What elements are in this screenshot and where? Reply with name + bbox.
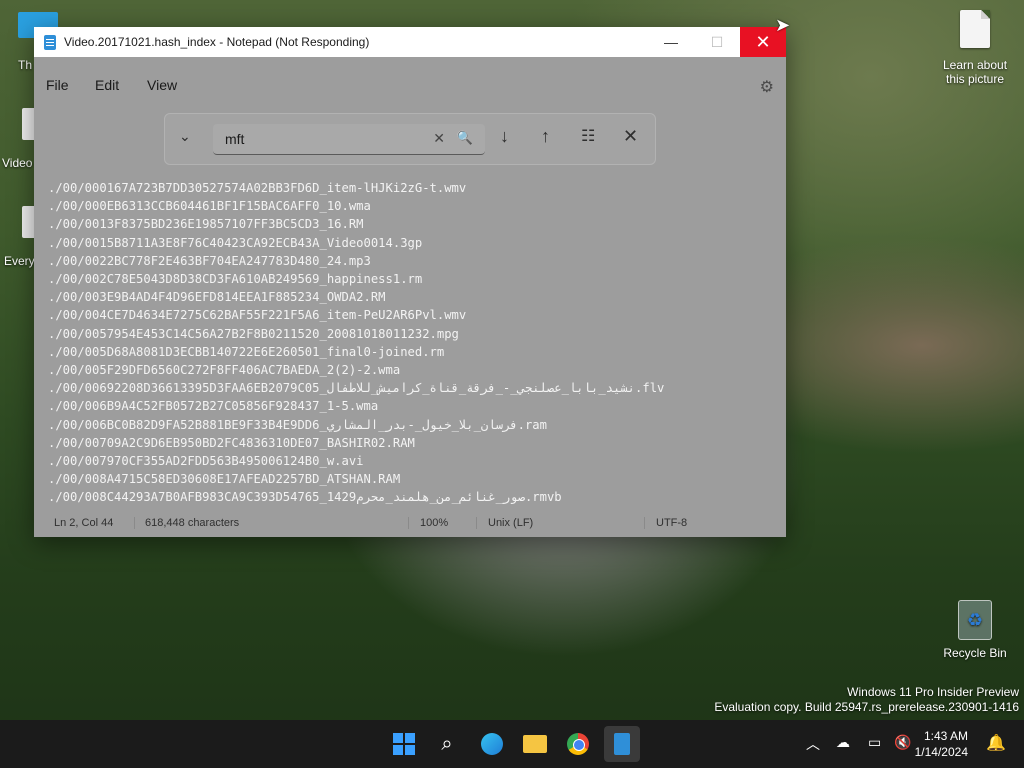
document-icon	[960, 10, 990, 48]
status-divider	[408, 517, 409, 529]
maximize-button[interactable]: ☐	[694, 27, 740, 57]
chrome-browser-icon[interactable]	[564, 730, 592, 758]
editor-line: ./00/00709A2C9D6EB950BD2FC4836310DE07_BA…	[48, 435, 415, 450]
taskbar: ⌕ ︿ ☁ ▭ 🔇 1:43 AM 1/14/2024 🔔	[0, 720, 1024, 768]
editor-line: ./00/00692208D36613395D3FAA6EB2079C05_نش…	[48, 381, 665, 396]
expand-replace-chevron-icon[interactable]: ⌄	[179, 128, 191, 145]
watermark-line-2: Evaluation copy. Build 25947.rs_prerelea…	[714, 700, 1019, 714]
editor-line: ./00/0057954E453C14C56A27B2F8B0211520_20…	[48, 326, 459, 341]
clock-time: 1:43 AM	[923, 729, 968, 743]
character-count: 618,448 characters	[145, 517, 240, 529]
notepad-window[interactable]: Video.20171021.hash_index - Notepad (Not…	[34, 27, 786, 537]
evaluation-watermark: Windows 11 Pro Insider Preview Evaluatio…	[714, 685, 1019, 715]
display-icon[interactable]: ▭	[868, 734, 881, 751]
desktop-icon-recycle-bin[interactable]: ♻ Recycle Bin	[935, 600, 1015, 660]
title-bar[interactable]: Video.20171021.hash_index - Notepad (Not…	[34, 27, 786, 57]
network-icon[interactable]: ☁	[836, 734, 850, 751]
status-divider	[134, 517, 135, 529]
start-button[interactable]	[390, 730, 418, 758]
editor-line: ./00/008A4715C58ED30608E17AFEAD2257BD_AT…	[48, 472, 401, 487]
zoom-level[interactable]: 100%	[420, 517, 448, 529]
editor-line: ./00/004CE7D4634E7275C62BAF55F221F5A6_it…	[48, 308, 467, 323]
search-taskbar-icon[interactable]: ⌕	[433, 730, 461, 758]
find-bar: ⌄ ✕ 🔍 ↓ ↑ ☷ ✕	[164, 113, 656, 165]
edge-browser-icon[interactable]	[478, 730, 506, 758]
clear-search-icon[interactable]: ✕	[433, 130, 445, 147]
settings-gear-icon[interactable]: ⚙	[760, 77, 774, 97]
minimize-button[interactable]: —	[648, 27, 694, 57]
clock-date: 1/14/2024	[914, 745, 968, 759]
watermark-line-1: Windows 11 Pro Insider Preview	[847, 685, 1019, 699]
editor-line: ./00/0015B8711A3E8F76C40423CA92ECB43A_Vi…	[48, 235, 423, 250]
status-divider	[476, 517, 477, 529]
editor-line: ./00/005F29DFD6560C272F8FF406AC7BAEDA_2(…	[48, 363, 401, 378]
learn-about-label: Learn about this picture	[942, 58, 1008, 86]
editor-line: ./00/005D68A8081D3ECBB140722E6E260501_fi…	[48, 344, 445, 359]
menu-view[interactable]: View	[147, 77, 177, 93]
notification-bell-icon[interactable]: 🔔	[986, 733, 1006, 753]
editor-line: ./00/000EB6313CCB604461BF1F15BAC6AFF0_10…	[48, 199, 371, 214]
editor-line: ./00/003E9B4AD4F4D96EFD814EEA1F885234_OW…	[48, 290, 386, 305]
search-icon[interactable]: 🔍	[457, 130, 473, 146]
encoding[interactable]: UTF-8	[656, 517, 687, 529]
find-input-container: ✕ 🔍	[213, 124, 485, 155]
find-next-button[interactable]: ↓	[500, 126, 509, 147]
windows-logo-icon	[393, 733, 415, 755]
recycle-bin-icon: ♻	[958, 600, 992, 640]
menu-file[interactable]: File	[46, 77, 69, 93]
editor-line: ./00/006B9A4C52FB0572B27C05856F928437_1-…	[48, 399, 379, 414]
status-bar: Ln 2, Col 44 618,448 characters 100% Uni…	[34, 509, 786, 537]
editor-line: ./00/006BC0B82D9FA52B881BE9F33B4E9DD6_فر…	[48, 417, 547, 432]
recycle-bin-label: Recycle Bin	[943, 646, 1007, 660]
notepad-app-icon	[44, 34, 56, 50]
editor-line: ./00/008C44293A7B0AFB983CA9C393D54765_14…	[48, 490, 562, 505]
editor-line: ./00/0013F8375BD236E19857107FF3BC5CD3_16…	[48, 217, 364, 232]
show-hidden-icons-chevron-icon[interactable]: ︿	[806, 734, 820, 754]
file-explorer-icon[interactable]	[521, 730, 549, 758]
clock[interactable]: 1:43 AM 1/14/2024	[915, 728, 968, 760]
menu-bar: File Edit View ⚙	[34, 57, 786, 113]
find-options-icon[interactable]: ☷	[581, 126, 595, 146]
editor-line: ./00/0022BC778F2E463BF704EA247783D480_24…	[48, 253, 371, 268]
window-title: Video.20171021.hash_index - Notepad (Not…	[64, 35, 370, 49]
status-divider	[644, 517, 645, 529]
close-find-button[interactable]: ✕	[623, 126, 638, 147]
menu-edit[interactable]: Edit	[95, 77, 119, 93]
desktop-icon-learn-about-picture[interactable]: Learn about this picture	[935, 10, 1015, 86]
line-endings[interactable]: Unix (LF)	[488, 517, 533, 529]
mouse-pointer-icon: ➤	[775, 15, 791, 35]
find-previous-button[interactable]: ↑	[541, 126, 550, 147]
editor-line: ./00/007970CF355AD2FDD563B495006124B0_w.…	[48, 454, 364, 469]
find-input[interactable]	[223, 124, 427, 154]
text-editor[interactable]: ./00/000167A723B7DD30527574A02BB3FD6D_it…	[48, 179, 778, 509]
editor-line: ./00/000167A723B7DD30527574A02BB3FD6D_it…	[48, 181, 467, 195]
notepad-taskbar-icon[interactable]	[604, 726, 640, 762]
editor-line: ./00/002C78E5043D8D38CD3FA610AB249569_ha…	[48, 272, 423, 287]
volume-muted-icon[interactable]: 🔇	[894, 734, 911, 751]
cursor-position[interactable]: Ln 2, Col 44	[54, 517, 113, 529]
